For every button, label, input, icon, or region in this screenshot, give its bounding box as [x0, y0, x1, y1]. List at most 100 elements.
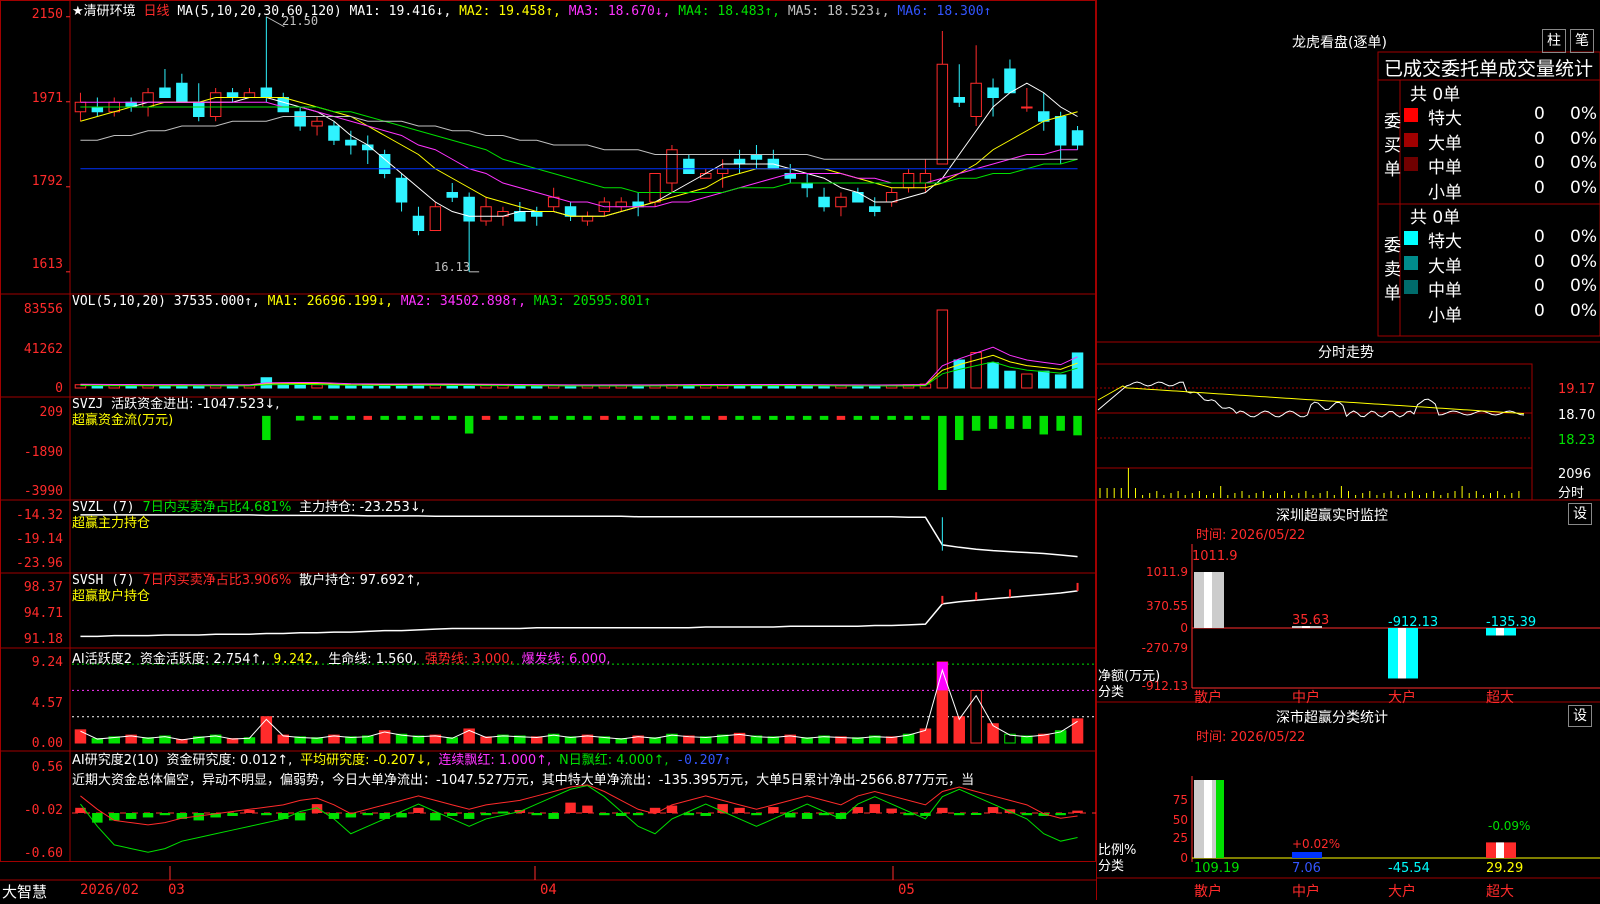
candle-body	[193, 101, 205, 117]
ma-line-ma2	[80, 97, 1078, 217]
candle-body	[91, 106, 104, 113]
candle-body	[1071, 130, 1084, 146]
intraday-price: 18.23	[1558, 433, 1596, 448]
classify-settings-button[interactable]: 设	[1568, 705, 1592, 727]
svzj-bar	[769, 415, 778, 420]
candle-body	[987, 87, 999, 98]
svzj-bar	[819, 415, 829, 420]
ai-research-bar	[632, 813, 644, 816]
ai-research-bar	[159, 813, 171, 816]
color-swatch	[1404, 280, 1418, 294]
candle-body	[243, 92, 256, 98]
color-swatch	[1404, 157, 1418, 171]
ma-line-ma3	[80, 101, 1078, 208]
trade-mode-button[interactable]: 笔	[1570, 29, 1594, 53]
candle-body	[581, 215, 594, 222]
trade-stat-value: 0	[1534, 276, 1545, 296]
ai-active-bar	[953, 716, 965, 744]
svzj-bar	[464, 415, 474, 434]
ai-research-bar	[261, 813, 272, 816]
candle-body	[463, 196, 475, 222]
svzj-bar	[853, 415, 863, 420]
intraday-title: 分时走势	[1318, 345, 1374, 361]
candle-body	[869, 206, 881, 212]
trade-stat-row: 特大 0 0%	[1402, 227, 1600, 252]
candle-body	[1021, 106, 1033, 109]
ai-research-bar	[801, 813, 813, 819]
svzj-bar	[887, 415, 896, 420]
ai-research-line	[80, 785, 1078, 853]
ai-research-bar	[413, 807, 424, 813]
intraday-volume: 2096	[1558, 467, 1592, 482]
ai-research-bar	[278, 813, 289, 819]
svzj-bar	[836, 415, 846, 420]
monitor-settings-button[interactable]: 设	[1568, 503, 1592, 525]
candle-body	[142, 92, 154, 108]
trade-stat-pct: 0%	[1570, 177, 1597, 198]
volume-bar	[1021, 373, 1033, 389]
svsh-line	[80, 590, 1078, 638]
ai-active-bar	[1071, 718, 1084, 744]
monitor-time: 时间: 2026/05/22	[1196, 528, 1306, 543]
trade-stat-value: 0	[1534, 227, 1545, 247]
ai-research-bar	[937, 807, 948, 813]
svzj-bar	[1005, 415, 1015, 429]
color-swatch	[1404, 231, 1418, 245]
trade-stat-row: 小单 0 0%	[1402, 177, 1600, 203]
candle-body	[446, 192, 458, 198]
candle-body	[294, 111, 306, 127]
ai-research-bar	[142, 813, 154, 818]
svzj-bar	[988, 415, 998, 429]
chart-frame	[0, 0, 1096, 862]
svzj-bar	[329, 415, 339, 420]
ai-research-bar	[430, 813, 441, 821]
classify-time: 时间: 2026/05/22	[1196, 730, 1306, 745]
trade-stat-row: 特大 0 0%	[1402, 104, 1600, 129]
ai-research-bar	[294, 813, 306, 821]
candle-body	[395, 177, 408, 203]
svzj-bar	[431, 415, 440, 420]
volume-bar	[987, 362, 999, 389]
ai-research-bar	[463, 813, 475, 819]
candle-body	[345, 139, 357, 146]
monitor-cat-label: 分类	[1098, 685, 1125, 700]
ma-line-ma1	[80, 82, 1078, 217]
candle-body	[970, 82, 982, 117]
candle-body	[716, 168, 729, 174]
candle-body	[818, 196, 830, 208]
ai-research-bar	[109, 813, 120, 821]
high-marker	[266, 16, 285, 28]
kline-chart-area[interactable]	[0, 0, 1096, 900]
svzj-bar	[904, 415, 913, 420]
svzj-bar	[600, 415, 609, 420]
sell-side-label: 委卖单	[1384, 236, 1401, 304]
ai-research-bar	[227, 813, 238, 816]
trade-stat-pct: 0%	[1570, 276, 1597, 296]
ai-research-bar	[734, 807, 745, 813]
side-label-layer: 龙虎看盘(逐单) 柱 笔 已成交委托单成交量统计 委买单 共 0单 委卖单 共 …	[1096, 0, 1600, 900]
candle-body	[412, 215, 425, 231]
volume-ma-line	[80, 346, 1078, 386]
column-mode-button[interactable]: 柱	[1542, 29, 1566, 53]
svzj-bar	[701, 415, 710, 420]
ai-research-bar	[768, 807, 779, 813]
candle-body	[615, 201, 627, 208]
ai-research-bar	[582, 805, 593, 813]
candle-body	[226, 92, 239, 98]
svzj-bar	[955, 415, 964, 441]
ai-research-bar	[125, 813, 137, 819]
ai-research-bar	[1055, 813, 1066, 816]
svzj-bar	[363, 415, 372, 420]
trade-stat-label: 特大	[1428, 109, 1462, 129]
svzj-bar	[718, 415, 727, 420]
trade-stat-pct: 0%	[1570, 128, 1597, 149]
candle-body	[159, 87, 171, 98]
ai-research-bar	[447, 813, 458, 816]
volume-bar	[328, 384, 340, 389]
ai-research-bar	[362, 813, 373, 816]
trade-stat-value: 0	[1534, 104, 1545, 124]
svzj-bar	[346, 415, 356, 420]
monitor-title: 深圳超赢实时监控	[1276, 508, 1388, 524]
candle-body	[902, 173, 915, 189]
candle-body	[311, 120, 323, 127]
